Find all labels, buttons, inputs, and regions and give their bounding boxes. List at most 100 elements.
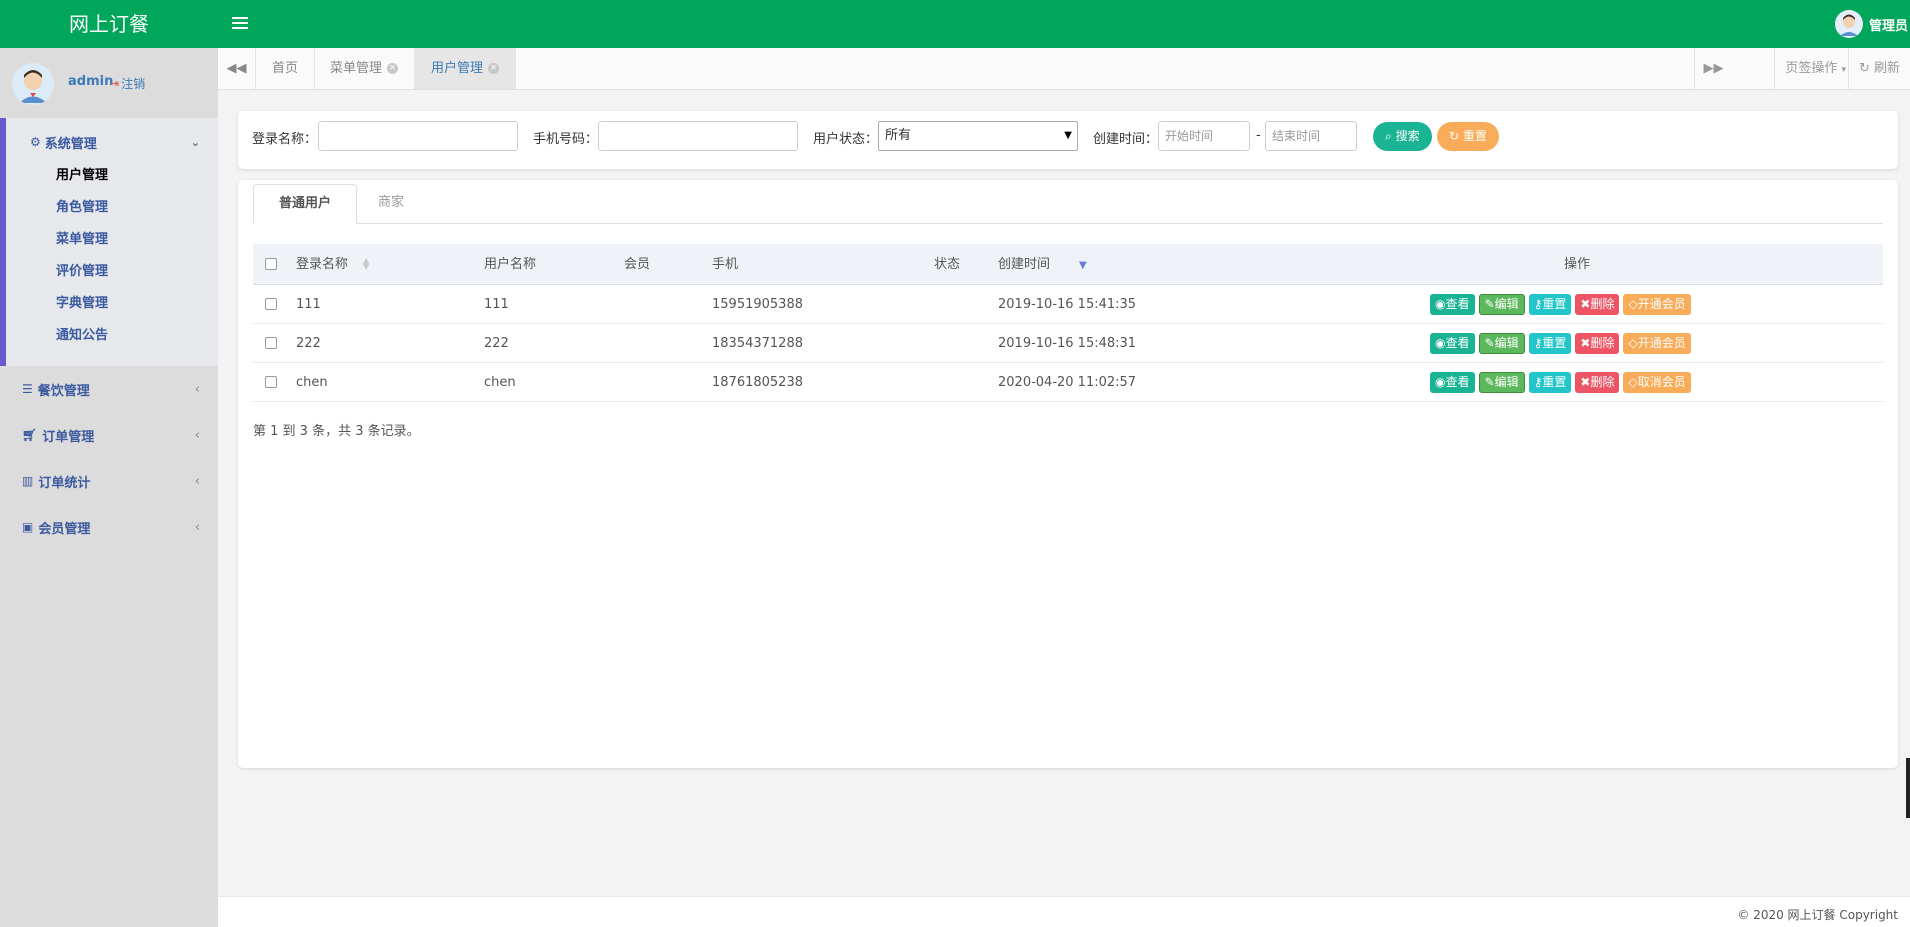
col-vip[interactable]: 会员 xyxy=(624,244,650,285)
sort-desc-icon: ▼ xyxy=(1079,260,1087,271)
menu-toggle-icon[interactable] xyxy=(232,14,248,34)
logout-link[interactable]: ⇥ 注销 xyxy=(110,75,145,92)
sidebar-item-review-mgmt[interactable]: 评价管理 xyxy=(56,264,108,296)
chevron-left-icon: ‹ xyxy=(194,427,200,443)
page-ops-dropdown[interactable]: 页签操作 ▾ xyxy=(1774,48,1856,89)
eye-icon: ◉ xyxy=(1435,375,1446,389)
refresh-icon: ↻ xyxy=(1449,129,1460,143)
menu-head-system[interactable]: ⚙ 系统管理 ⌄ xyxy=(30,132,200,152)
cart-icon: 🛒︎ xyxy=(22,428,38,442)
vip-label: 开通会员 xyxy=(1637,336,1686,350)
status-label: 用户状态： xyxy=(813,132,879,147)
menu-group-orders[interactable]: 🛒︎ 订单管理 ‹ xyxy=(0,412,218,458)
row-checkbox[interactable] xyxy=(265,298,277,310)
edit-button[interactable]: ✎编辑 xyxy=(1478,372,1525,393)
tab-label: 首页 xyxy=(272,61,299,76)
list-icon: ☰ xyxy=(22,382,33,396)
cell-created: 2019-10-16 15:41:35 xyxy=(998,297,1137,312)
cell-created: 2019-10-16 15:48:31 xyxy=(998,336,1137,351)
edit-label: 编辑 xyxy=(1494,297,1519,311)
eye-icon: ◉ xyxy=(1435,336,1446,350)
table-row: chen chen 18761805238 2020-04-20 11:02:5… xyxy=(253,363,1883,402)
menu-group-catering[interactable]: ☰ 餐饮管理 ‹ xyxy=(0,366,218,412)
top-navbar: 网上订餐 管理员 xyxy=(0,0,1910,48)
col-phone[interactable]: 手机 xyxy=(712,244,738,285)
vip-toggle-button[interactable]: ◇取消会员 xyxy=(1623,372,1691,393)
menu-group-order-stats[interactable]: ▥ 订单统计 ‹ xyxy=(0,458,218,504)
diamond-icon: ◇ xyxy=(1628,336,1638,350)
close-icon[interactable]: × xyxy=(488,63,500,74)
edit-button[interactable]: ✎编辑 xyxy=(1478,333,1525,354)
search-button[interactable]: ⌕ 搜索 xyxy=(1373,122,1432,151)
edit-icon: ✎ xyxy=(1484,336,1495,350)
bar-chart-icon: ▥ xyxy=(22,474,34,488)
reset-password-button[interactable]: ⚷重置 xyxy=(1528,333,1572,354)
cell-phone: 18354371288 xyxy=(712,336,803,351)
menu-group-label: 订单管理 xyxy=(42,429,95,445)
profile-username[interactable]: admin xyxy=(68,74,113,89)
view-button[interactable]: ◉查看 xyxy=(1430,294,1475,315)
reset-password-button[interactable]: ⚷重置 xyxy=(1528,294,1572,315)
vip-toggle-button[interactable]: ◇开通会员 xyxy=(1623,333,1691,354)
tab-user-mgmt[interactable]: 用户管理 × xyxy=(415,48,517,89)
menu-group-members[interactable]: ▣ 会员管理 ‹ xyxy=(0,504,218,550)
vip-toggle-button[interactable]: ◇开通会员 xyxy=(1623,294,1691,315)
tab-label: 用户管理 xyxy=(431,61,484,76)
tab-scroll-right-button[interactable]: ▶▶ xyxy=(1694,48,1732,89)
cell-username: 111 xyxy=(484,297,509,312)
refresh-button[interactable]: ↻ 刷新 xyxy=(1847,48,1910,89)
row-checkbox[interactable] xyxy=(265,376,277,388)
sidebar-item-menu-mgmt[interactable]: 菜单管理 xyxy=(56,232,108,264)
select-all-checkbox[interactable] xyxy=(265,258,277,270)
cell-phone: 15951905388 xyxy=(712,297,803,312)
row-actions: ◉查看 ✎编辑 ⚷重置 ✖删除 ◇取消会员 xyxy=(1430,372,1691,393)
cell-phone: 18761805238 xyxy=(712,375,803,390)
phone-input[interactable] xyxy=(598,121,798,151)
sidebar-item-dict-mgmt[interactable]: 字典管理 xyxy=(56,296,108,328)
edit-icon: ✎ xyxy=(1484,375,1495,389)
tab-normal-users[interactable]: 普通用户 xyxy=(253,184,358,224)
sidebar-item-role-mgmt[interactable]: 角色管理 xyxy=(56,200,108,232)
col-username[interactable]: 用户名称 xyxy=(484,244,536,285)
tab-merchants[interactable]: 商家 xyxy=(353,184,429,224)
chevron-left-icon: ‹ xyxy=(194,519,200,535)
chevron-left-icon: ‹ xyxy=(194,473,200,489)
col-login-name[interactable]: 登录名称 xyxy=(296,244,348,285)
close-icon[interactable]: × xyxy=(387,63,399,74)
status-selected-value: 所有 xyxy=(885,128,912,143)
row-checkbox[interactable] xyxy=(265,337,277,349)
refresh-icon: ↻ xyxy=(1858,61,1870,76)
view-button[interactable]: ◉查看 xyxy=(1430,372,1475,393)
pagination-summary: 第 1 到 3 条，共 3 条记录。 xyxy=(253,424,420,439)
created-time-label: 创建时间： xyxy=(1093,132,1159,147)
status-select[interactable]: 所有 ▼ xyxy=(878,121,1078,151)
delete-button[interactable]: ✖删除 xyxy=(1575,294,1620,315)
reset-button[interactable]: ↻ 重置 xyxy=(1437,122,1499,151)
view-button[interactable]: ◉查看 xyxy=(1430,333,1475,354)
top-user-menu[interactable]: 管理员 xyxy=(1834,10,1908,38)
col-status[interactable]: 状态 xyxy=(934,244,960,285)
footer: © 2020 网上订餐 Copyright xyxy=(218,896,1910,927)
edit-icon: ✎ xyxy=(1484,297,1495,311)
tab-menu-mgmt[interactable]: 菜单管理 × xyxy=(314,48,416,89)
login-name-input[interactable] xyxy=(318,121,518,151)
sort-both-icon: ▲ ▼ xyxy=(363,256,370,271)
user-type-tabs: 普通用户 商家 xyxy=(253,184,1883,224)
col-created[interactable]: 创建时间 xyxy=(998,244,1050,285)
top-user-name: 管理员 xyxy=(1868,18,1908,34)
delete-button[interactable]: ✖删除 xyxy=(1575,372,1620,393)
start-time-input[interactable] xyxy=(1158,121,1250,151)
chevron-left-icon: ‹ xyxy=(194,381,200,397)
delete-button[interactable]: ✖删除 xyxy=(1575,333,1620,354)
end-time-input[interactable] xyxy=(1265,121,1357,151)
delete-label: 删除 xyxy=(1590,336,1615,350)
scrollbar-handle[interactable] xyxy=(1906,758,1910,818)
reset-password-button[interactable]: ⚷重置 xyxy=(1528,372,1572,393)
tab-scroll-left-button[interactable]: ◀◀ xyxy=(218,48,256,89)
edit-button[interactable]: ✎编辑 xyxy=(1478,294,1525,315)
tab-home[interactable]: 首页 xyxy=(256,48,316,89)
table-header: 登录名称 ▲ ▼ 用户名称 会员 手机 状态 创建时间 ▼ 操作 xyxy=(253,244,1883,285)
sidebar-item-user-mgmt[interactable]: 用户管理 xyxy=(56,168,108,200)
sidebar-item-notice[interactable]: 通知公告 xyxy=(56,328,108,360)
submenu-system: 用户管理 角色管理 菜单管理 评价管理 字典管理 通知公告 xyxy=(56,168,108,360)
